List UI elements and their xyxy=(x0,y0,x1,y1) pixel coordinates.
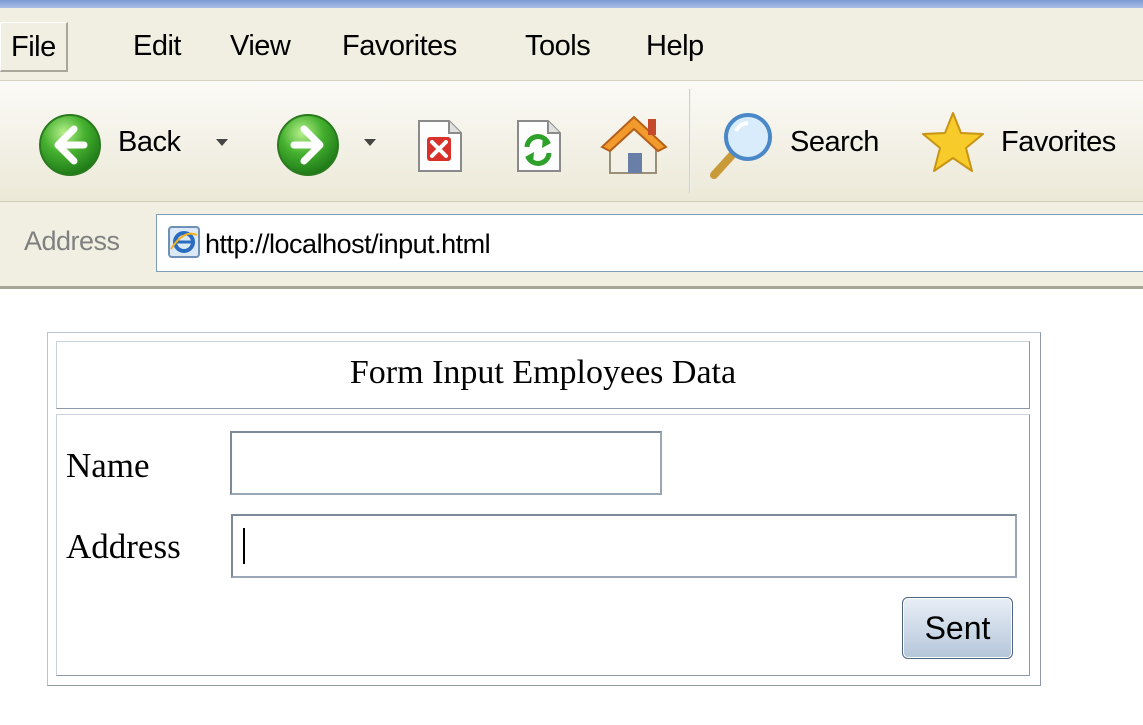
back-dropdown-arrow[interactable] xyxy=(216,139,228,146)
menu-tools[interactable]: Tools xyxy=(525,30,591,63)
search-icon xyxy=(710,113,772,179)
address-field[interactable]: http://localhost/input.html xyxy=(156,214,1143,272)
window-top-border xyxy=(0,0,1143,8)
search-label: Search xyxy=(790,126,879,158)
stop-icon[interactable] xyxy=(413,117,465,175)
favorites-button[interactable]: Favorites xyxy=(915,101,1143,181)
toolbar-separator xyxy=(689,89,691,193)
form-header-cell: Form Input Employees Data xyxy=(56,341,1030,409)
refresh-icon[interactable] xyxy=(512,117,564,175)
address-form-label: Address xyxy=(66,527,181,566)
menu-favorites[interactable]: Favorites xyxy=(342,30,457,63)
search-button[interactable]: Search xyxy=(700,101,900,181)
text-caret xyxy=(243,528,245,564)
menu-file[interactable]: File xyxy=(0,22,68,72)
forward-dropdown-arrow[interactable] xyxy=(364,139,376,146)
menu-help[interactable]: Help xyxy=(646,30,704,63)
address-bar: Address http://localhost/input.html xyxy=(0,202,1143,289)
toolbar: Back Search Favorites xyxy=(0,81,1143,202)
menu-bar: File Edit View Favorites Tools Help xyxy=(0,8,1143,81)
menu-edit[interactable]: Edit xyxy=(133,30,181,63)
back-label: Back xyxy=(118,126,181,158)
ie-page-icon xyxy=(168,226,200,258)
address-input[interactable] xyxy=(231,514,1017,578)
sent-button[interactable]: Sent xyxy=(902,597,1013,659)
favorites-star-icon xyxy=(922,112,984,172)
back-arrow-icon xyxy=(39,114,101,176)
address-label: Address xyxy=(24,226,120,256)
name-label: Name xyxy=(66,446,150,485)
form-title: Form Input Employees Data xyxy=(349,354,737,391)
forward-button[interactable] xyxy=(270,101,390,181)
forward-arrow-icon xyxy=(277,114,339,176)
back-button[interactable]: Back xyxy=(0,101,260,181)
address-url: http://localhost/input.html xyxy=(205,229,491,259)
favorites-label: Favorites xyxy=(1001,126,1116,158)
menu-view[interactable]: View xyxy=(230,30,291,63)
name-input[interactable] xyxy=(230,431,662,495)
home-icon[interactable] xyxy=(598,109,670,179)
